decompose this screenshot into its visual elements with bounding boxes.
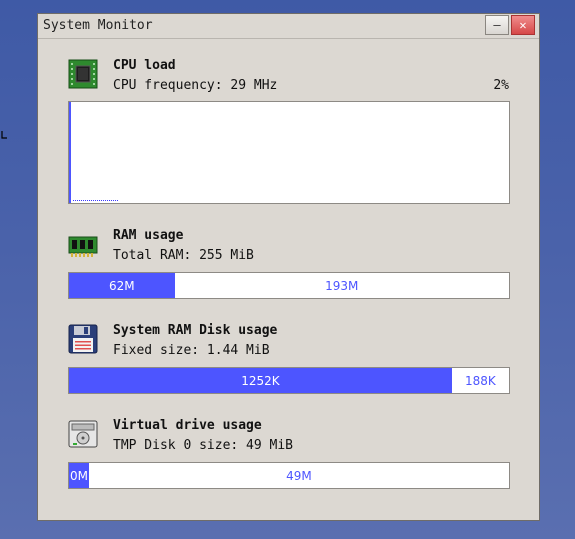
minimize-button[interactable]: – bbox=[485, 15, 509, 35]
window-title: System Monitor bbox=[43, 18, 153, 33]
title-bar[interactable]: System Monitor – ✕ bbox=[38, 14, 539, 39]
cpu-load-graph bbox=[68, 101, 510, 204]
ram-free-label: 193M bbox=[325, 278, 359, 293]
cpu-percent: 2% bbox=[493, 78, 509, 93]
ram-used-label: 62M bbox=[108, 278, 135, 293]
minimize-icon: – bbox=[493, 18, 501, 32]
close-button[interactable]: ✕ bbox=[511, 15, 535, 35]
cpu-frequency: CPU frequency: 29 MHz bbox=[113, 78, 278, 93]
cpu-chip-icon bbox=[68, 59, 98, 89]
memory-module-icon bbox=[68, 236, 98, 257]
ramdisk-free-label: 188K bbox=[465, 373, 496, 388]
vdrive-usage-bar: 0M 49M bbox=[68, 462, 510, 489]
ram-total: Total RAM: 255 MiB bbox=[113, 248, 254, 263]
vdrive-used-label: 0M bbox=[70, 468, 88, 483]
floppy-disk-icon bbox=[68, 324, 98, 354]
ramdisk-heading: System RAM Disk usage bbox=[113, 323, 278, 338]
ramdisk-usage-bar: 1252K 188K bbox=[68, 367, 510, 394]
cpu-graph-axis bbox=[69, 102, 71, 203]
hard-drive-icon bbox=[68, 420, 98, 448]
ramdisk-used-label: 1252K bbox=[241, 373, 280, 388]
ramdisk-size: Fixed size: 1.44 MiB bbox=[113, 343, 270, 358]
system-monitor-window: System Monitor – ✕ CPU load CPU frequenc… bbox=[37, 13, 540, 521]
vdrive-free-label: 49M bbox=[286, 468, 312, 483]
close-icon: ✕ bbox=[519, 18, 527, 32]
vdrive-size: TMP Disk 0 size: 49 MiB bbox=[113, 438, 294, 453]
cpu-heading: CPU load bbox=[113, 58, 176, 73]
mouse-cursor-icon bbox=[1, 131, 7, 139]
ram-usage-bar: 62M 193M bbox=[68, 272, 510, 299]
ram-heading: RAM usage bbox=[113, 228, 184, 243]
vdrive-heading: Virtual drive usage bbox=[113, 418, 262, 433]
cpu-graph-trace bbox=[73, 200, 119, 201]
